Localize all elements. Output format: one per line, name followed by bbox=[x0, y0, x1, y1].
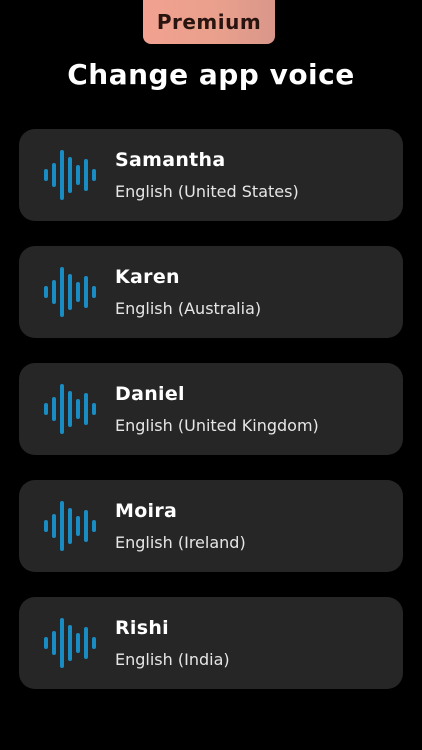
voice-language: English (Ireland) bbox=[115, 533, 246, 552]
sound-wave-icon bbox=[44, 501, 96, 551]
premium-button[interactable]: Premium bbox=[143, 0, 275, 44]
voice-list: Samantha English (United States) Karen E… bbox=[19, 129, 403, 714]
voice-language: English (India) bbox=[115, 650, 230, 669]
voice-option-karen[interactable]: Karen English (Australia) bbox=[19, 246, 403, 338]
voice-name: Moira bbox=[115, 500, 178, 522]
voice-name: Karen bbox=[115, 266, 180, 288]
voice-option-daniel[interactable]: Daniel English (United Kingdom) bbox=[19, 363, 403, 455]
sound-wave-icon bbox=[44, 384, 96, 434]
sound-wave-icon bbox=[44, 267, 96, 317]
page-title: Change app voice bbox=[67, 58, 355, 91]
voice-name: Daniel bbox=[115, 383, 185, 405]
voice-option-rishi[interactable]: Rishi English (India) bbox=[19, 597, 403, 689]
voice-language: English (United Kingdom) bbox=[115, 416, 319, 435]
voice-name: Rishi bbox=[115, 617, 169, 639]
voice-name: Samantha bbox=[115, 149, 226, 171]
voice-option-samantha[interactable]: Samantha English (United States) bbox=[19, 129, 403, 221]
sound-wave-icon bbox=[44, 150, 96, 200]
voice-option-moira[interactable]: Moira English (Ireland) bbox=[19, 480, 403, 572]
voice-language: English (Australia) bbox=[115, 299, 262, 318]
voice-language: English (United States) bbox=[115, 182, 299, 201]
sound-wave-icon bbox=[44, 618, 96, 668]
